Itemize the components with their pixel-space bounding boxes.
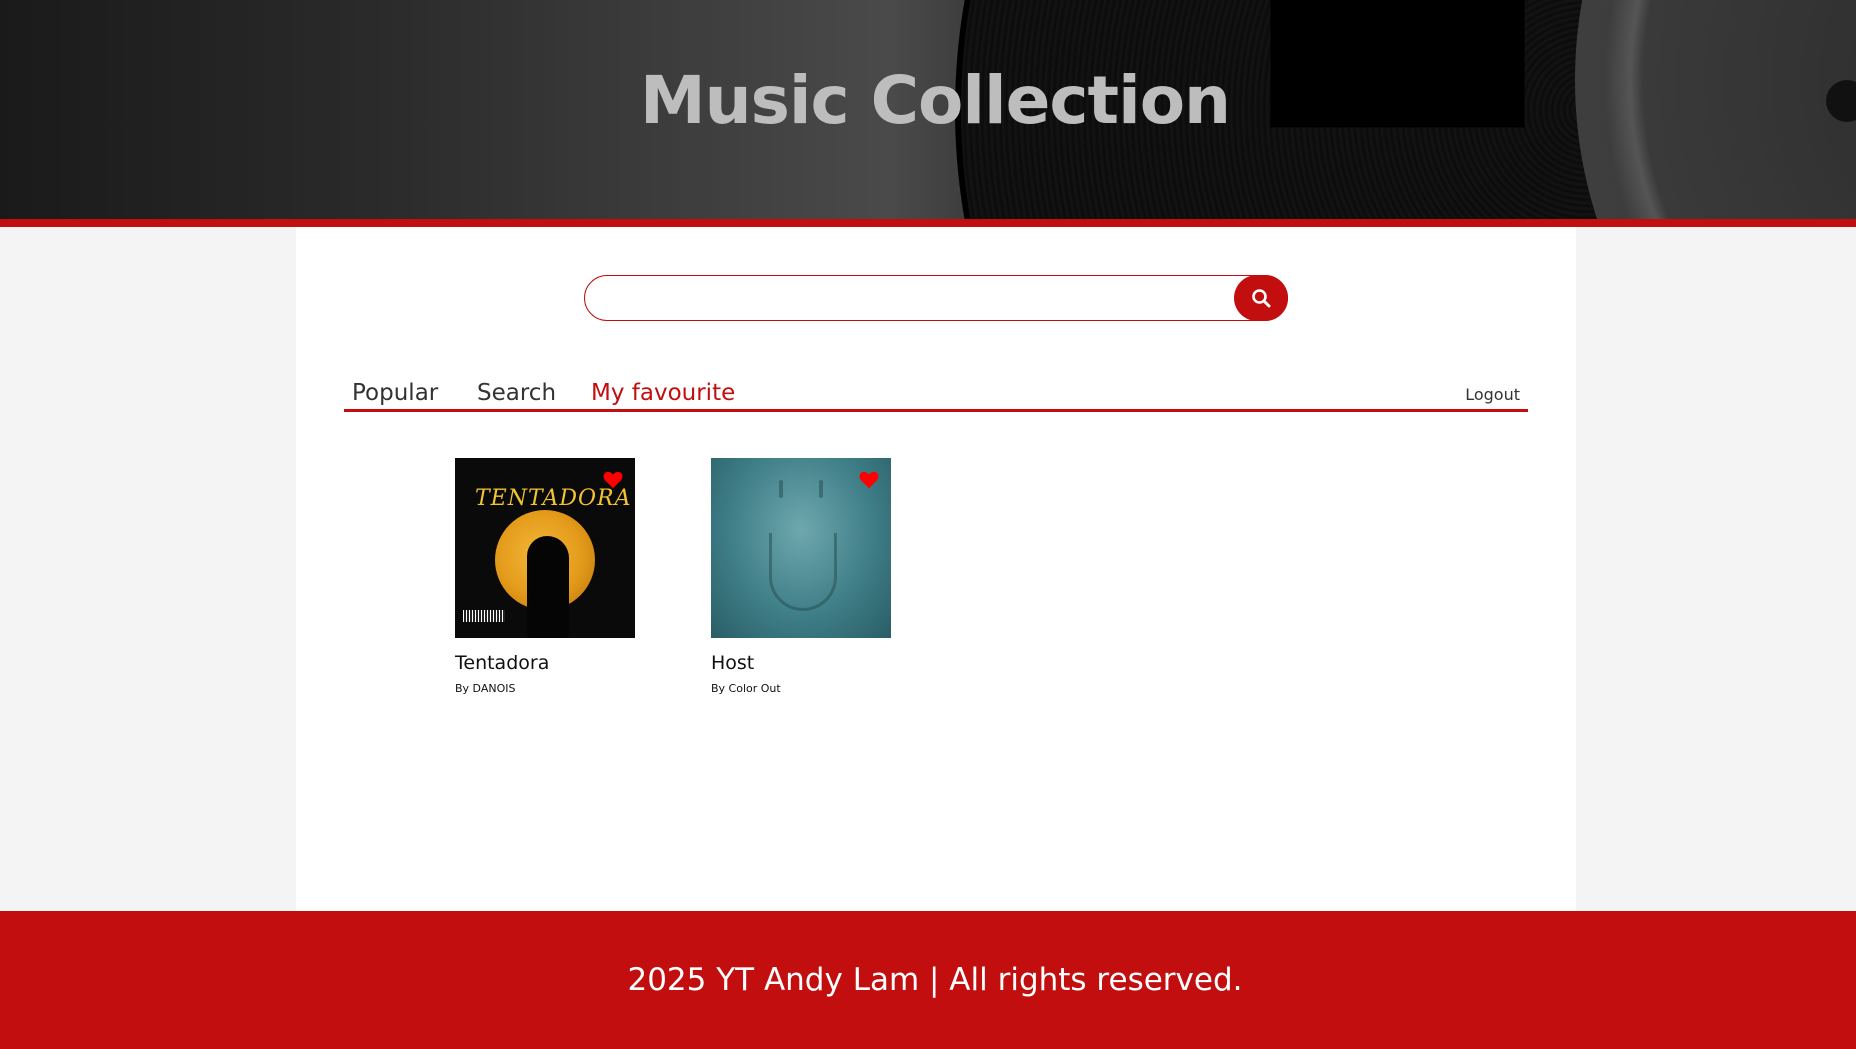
tab-popular[interactable]: Popular [352, 380, 438, 406]
main-panel: Popular Search My favourite Logout TENTA… [296, 227, 1576, 911]
song-card[interactable]: Host By Color Out [711, 458, 891, 695]
smiley-eye [779, 480, 783, 498]
song-artist: By DANOIS [455, 682, 516, 695]
site-footer: 2025 YT Andy Lam | All rights reserved. [0, 911, 1856, 1049]
smiley-mouth [769, 533, 837, 611]
smiley-eye [819, 480, 823, 498]
logout-link[interactable]: Logout [1465, 385, 1520, 404]
song-title[interactable]: Tentadora [455, 652, 635, 674]
album-cover[interactable]: TENTADORA [455, 458, 635, 638]
tab-search[interactable]: Search [477, 380, 556, 406]
search-button[interactable] [1234, 275, 1288, 321]
site-header: Music Collection [0, 0, 1856, 219]
header-divider [0, 219, 1856, 227]
album-cover[interactable] [711, 458, 891, 638]
tab-my-favourite[interactable]: My favourite [591, 380, 735, 406]
heart-icon[interactable] [858, 469, 880, 491]
heart-icon[interactable] [602, 469, 624, 491]
search-bar [584, 275, 1288, 321]
nav-tabs: Popular Search My favourite Logout [344, 368, 1528, 412]
song-card[interactable]: TENTADORA Tentadora By DANOIS [455, 458, 635, 695]
barcode-graphic [463, 610, 505, 622]
couple-silhouette [527, 536, 569, 638]
page-title: Music Collection [639, 62, 1231, 139]
search-input[interactable] [584, 275, 1288, 321]
song-title[interactable]: Host [711, 652, 891, 674]
search-icon [1252, 289, 1271, 308]
footer-copyright: 2025 YT Andy Lam | All rights reserved. [627, 962, 1243, 998]
song-artist: By Color Out [711, 682, 781, 695]
